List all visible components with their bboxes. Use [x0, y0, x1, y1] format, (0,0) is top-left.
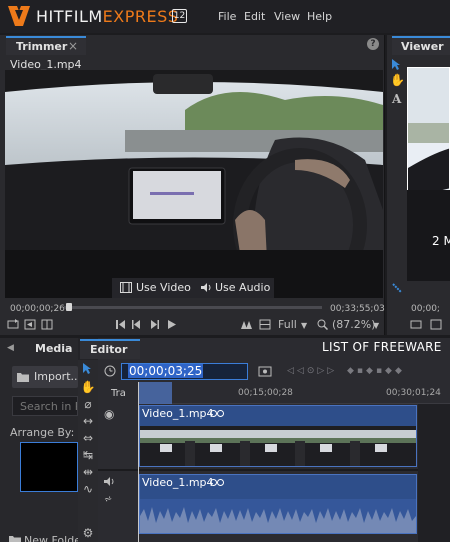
quality-chevron-down-icon[interactable]: ▼: [301, 321, 307, 330]
step-forward-icon[interactable]: [149, 319, 159, 330]
grid-icon[interactable]: [259, 319, 271, 330]
eye-icon[interactable]: ◉: [104, 407, 114, 421]
film-icon: [120, 282, 132, 293]
brand-main: HITFILM: [36, 7, 103, 26]
play-icon[interactable]: [167, 319, 177, 330]
zoom-select[interactable]: (87.2%): [332, 318, 376, 331]
ripple-icon[interactable]: ↹: [80, 448, 96, 464]
tab-media[interactable]: Media: [22, 339, 78, 359]
transport-controls[interactable]: ◁◁⊙▷▷: [287, 366, 337, 376]
menu-file[interactable]: File: [218, 10, 236, 23]
new-folder-icon: [9, 536, 21, 542]
viewer-overlay-text: 2 M: [432, 234, 450, 248]
clock-icon: [104, 365, 116, 377]
brand-accent: EXPRESS: [102, 7, 179, 26]
marker-controls[interactable]: ◆▪◆▪◆◆: [347, 366, 405, 376]
timecode-value[interactable]: 00;00;03;25: [128, 364, 204, 378]
trimmer-time-end: 00;33;55;03: [330, 304, 385, 314]
hand-tool-icon[interactable]: ✋: [390, 73, 405, 87]
timeline-empty-area: [418, 404, 450, 542]
video-clip-thumbnails: [140, 426, 416, 466]
quality-select[interactable]: Full: [278, 318, 297, 331]
hand-icon[interactable]: ✋: [80, 380, 96, 396]
use-video-button[interactable]: Use Video: [136, 281, 191, 294]
snapshot-icon[interactable]: [258, 365, 272, 377]
text-tool-icon[interactable]: A: [392, 92, 401, 106]
new-folder-button[interactable]: New Folde: [24, 534, 81, 542]
trimmer-scrubber[interactable]: [64, 306, 322, 309]
roll-icon[interactable]: ⇹: [80, 465, 96, 481]
arrange-by-label[interactable]: Arrange By: N: [10, 426, 86, 439]
trimmer-playhead[interactable]: [66, 303, 72, 311]
hitfilm-logo-icon: [8, 6, 30, 26]
viewer-options-icon[interactable]: [430, 319, 442, 330]
trimmer-time-start: 00;00;00;26: [10, 304, 65, 314]
import-button[interactable]: Import...: [12, 366, 81, 388]
track-label: Tra: [111, 388, 126, 399]
zoom-chevron-down-icon[interactable]: ▼: [373, 321, 379, 330]
menu-view[interactable]: View: [274, 10, 300, 23]
menu-edit[interactable]: Edit: [244, 10, 265, 23]
tab-viewer-label: Viewer: [401, 40, 444, 53]
overlay-icon[interactable]: [41, 319, 53, 330]
tab-viewer[interactable]: Viewer: [392, 36, 450, 55]
import-label: Import...: [34, 370, 81, 383]
menu-help[interactable]: Help: [307, 10, 332, 23]
use-audio-button[interactable]: Use Audio: [215, 281, 270, 294]
speaker-icon: [201, 283, 211, 292]
ruler-label-2: 00;30;01;24: [386, 388, 441, 398]
slip-icon[interactable]: ↔: [80, 414, 96, 430]
resize-handle-icon[interactable]: [392, 283, 402, 293]
link-icon: [210, 410, 224, 417]
track-separator: [98, 469, 450, 471]
step-back-icon[interactable]: [132, 319, 142, 330]
media-search-input[interactable]: [12, 396, 78, 416]
slide-icon[interactable]: ⇔: [80, 431, 96, 447]
razor-icon[interactable]: ⌀: [80, 397, 96, 413]
list-of-freeware-banner: LIST OF FREEWARE: [322, 340, 442, 354]
viewer-time: 00;00;: [411, 304, 440, 314]
audio-speaker-icon[interactable]: [103, 476, 115, 487]
video-clip-name: Video_1.mp4: [142, 407, 214, 420]
waveform-toggle-icon[interactable]: ⩫: [104, 494, 112, 505]
work-area-range[interactable]: [138, 382, 172, 404]
audio-clip-name: Video_1.mp4: [142, 476, 214, 489]
insert-icon[interactable]: [24, 319, 36, 330]
gear-icon[interactable]: ⚙: [80, 526, 96, 542]
select-tool-icon[interactable]: [391, 59, 401, 71]
trimmer-video-frame[interactable]: [5, 70, 383, 298]
version-badge: 12: [172, 9, 187, 23]
tab-trimmer[interactable]: Trimmer ×: [6, 36, 86, 55]
tab-trimmer-label: Trimmer: [16, 40, 68, 53]
audio-link-icon: [210, 479, 224, 486]
folder-icon: [17, 373, 29, 382]
app-brand: HITFILMEXPRESS: [36, 7, 178, 26]
select-arrow-icon[interactable]: [82, 363, 92, 375]
help-icon[interactable]: ?: [367, 38, 379, 50]
tab-editor[interactable]: Editor: [80, 339, 140, 359]
tab-media-label: Media: [35, 342, 73, 355]
render-icon[interactable]: [240, 319, 253, 330]
ruler-label-1: 00;15;00;28: [238, 388, 293, 398]
go-to-start-icon[interactable]: [116, 319, 126, 330]
media-thumbnail[interactable]: [20, 442, 78, 492]
zoom-icon: [317, 319, 328, 330]
panel-collapse-icon[interactable]: ◀: [7, 343, 14, 353]
rate-stretch-icon[interactable]: ∿: [80, 482, 96, 498]
close-icon[interactable]: ×: [68, 39, 78, 53]
loop-icon[interactable]: [7, 319, 19, 330]
timeline-playhead[interactable]: [138, 382, 139, 542]
tab-editor-label: Editor: [90, 343, 128, 356]
audio-waveform: [140, 499, 416, 533]
viewer-loop-icon[interactable]: [410, 319, 422, 330]
